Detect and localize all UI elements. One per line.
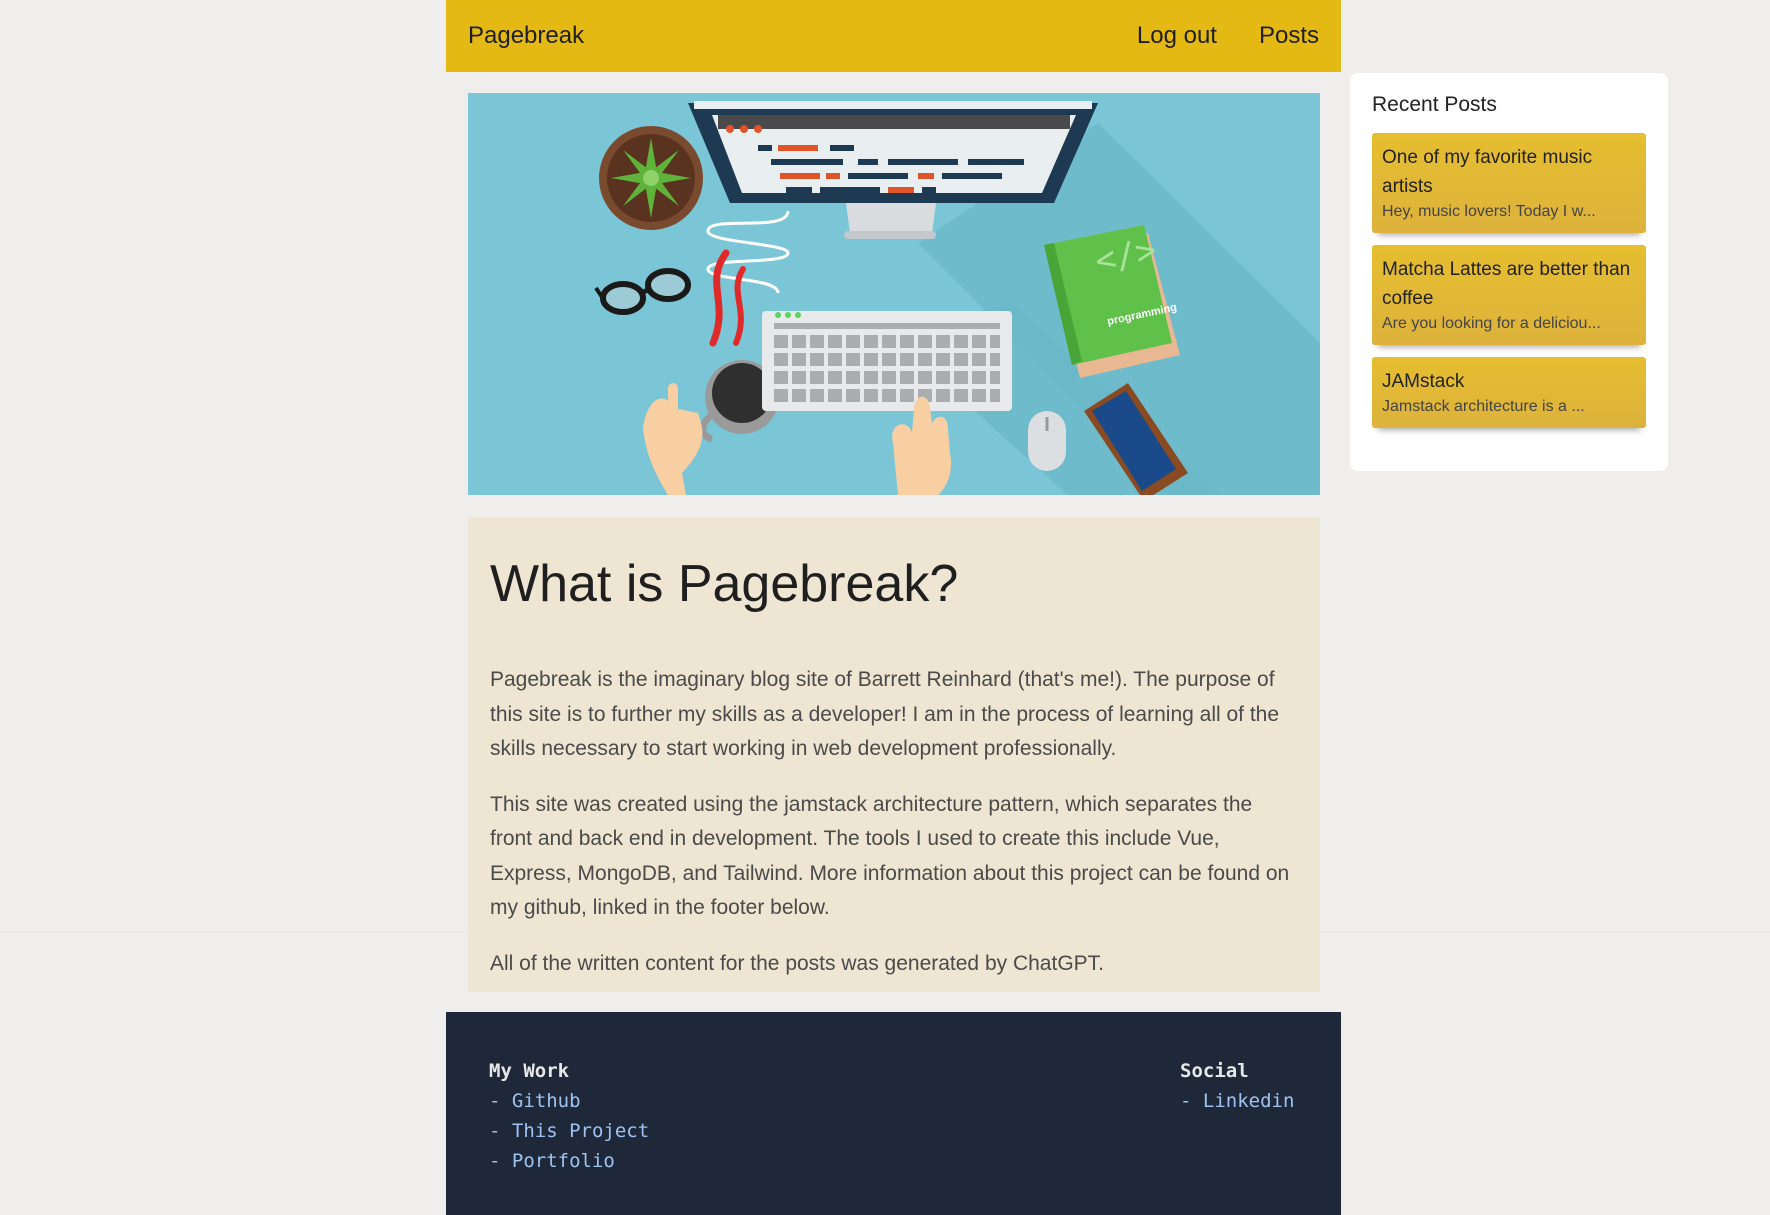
sidebar-title: Recent Posts: [1372, 93, 1497, 116]
brand-link[interactable]: Pagebreak: [468, 22, 584, 50]
recent-post-card[interactable]: Matcha Lattes are better than coffee Are…: [1372, 245, 1646, 345]
portfolio-link[interactable]: - Portfolio: [489, 1146, 649, 1176]
plant-icon: [599, 126, 703, 230]
post-excerpt: Hey, music lovers! Today I w...: [1382, 203, 1596, 220]
post-excerpt: Are you looking for a deliciou...: [1382, 315, 1601, 332]
nav-links: Log out Posts: [1137, 22, 1319, 50]
top-navbar: Pagebreak Log out Posts: [446, 0, 1341, 72]
footer-work-column: My Work - Github - This Project - Portfo…: [489, 1056, 649, 1176]
post-title: JAMstack: [1382, 371, 1465, 392]
github-link[interactable]: - Github: [489, 1086, 649, 1116]
post-excerpt: Jamstack architecture is a ...: [1382, 398, 1585, 415]
about-article: What is Pagebreak? Pagebreak is the imag…: [468, 517, 1320, 992]
site-footer: My Work - Github - This Project - Portfo…: [446, 1012, 1341, 1215]
recent-post-card[interactable]: JAMstack Jamstack architecture is a ...: [1372, 357, 1646, 428]
hero-image: </> programming: [468, 93, 1320, 495]
recent-posts-sidebar: Recent Posts One of my favorite music ar…: [1350, 73, 1668, 471]
footer-social-column: Social - Linkedin: [1180, 1056, 1294, 1116]
article-title: What is Pagebreak?: [490, 555, 959, 613]
recent-post-card[interactable]: One of my favorite music artists Hey, mu…: [1372, 133, 1646, 233]
logout-link[interactable]: Log out: [1137, 22, 1217, 50]
mouse-icon: [1028, 411, 1066, 471]
this-project-link[interactable]: - This Project: [489, 1116, 649, 1146]
posts-link[interactable]: Posts: [1259, 22, 1319, 50]
footer-social-title: Social: [1180, 1060, 1249, 1082]
article-paragraph: Pagebreak is the imaginary blog site of …: [490, 668, 1280, 760]
post-title: One of my favorite music artists: [1382, 147, 1593, 197]
footer-work-title: My Work: [489, 1060, 570, 1082]
linkedin-link[interactable]: - Linkedin: [1180, 1086, 1294, 1116]
post-title: Matcha Lattes are better than coffee: [1382, 259, 1631, 309]
article-paragraph: All of the written content for the posts…: [490, 951, 1104, 975]
article-paragraph: This site was created using the jamstack…: [490, 792, 1290, 920]
